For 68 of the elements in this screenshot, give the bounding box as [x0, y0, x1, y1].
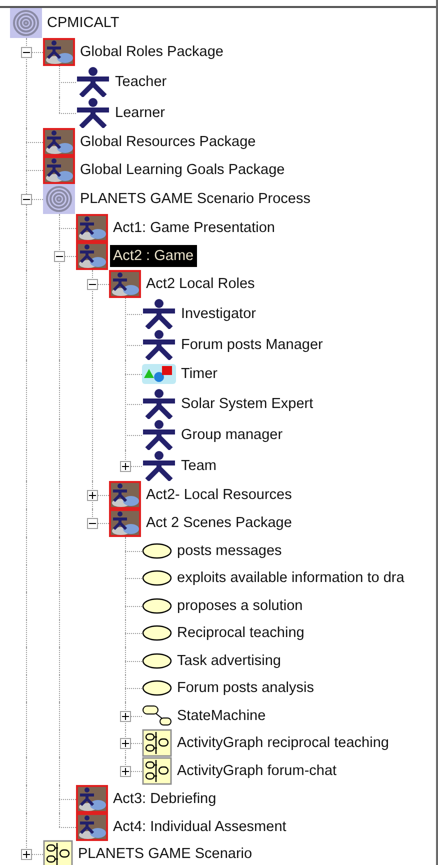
- tree-item[interactable]: Timer: [178, 363, 221, 385]
- tree-item[interactable]: Global Roles Package: [77, 41, 226, 63]
- tree-item[interactable]: ActivityGraph forum-chat: [174, 760, 340, 782]
- tree-item[interactable]: Global Learning Goals Package: [77, 159, 288, 181]
- tree-item[interactable]: Act 2 Scenes Package: [143, 512, 295, 534]
- tree-item[interactable]: posts messages: [174, 540, 285, 562]
- person-icon: [142, 450, 176, 480]
- package-icon: [76, 784, 108, 812]
- person-icon: [76, 66, 110, 96]
- tree-item[interactable]: PLANETS GAME Scenario Process: [77, 188, 314, 210]
- tree-item[interactable]: Act1: Game Presentation: [110, 217, 278, 239]
- ellipse-icon: [142, 625, 172, 642]
- collapse-button[interactable]: [87, 279, 98, 290]
- tree-item[interactable]: Investigator: [178, 302, 259, 324]
- person-icon: [142, 298, 176, 328]
- collapse-button[interactable]: [21, 47, 32, 58]
- person-icon: [142, 388, 176, 418]
- package-icon: [76, 214, 108, 242]
- tree-item[interactable]: proposes a solution: [174, 594, 306, 617]
- tree-item[interactable]: Group manager: [178, 424, 286, 446]
- tree-item[interactable]: Solar System Expert: [178, 392, 316, 414]
- expand-button[interactable]: [120, 460, 131, 472]
- tree-item[interactable]: ActivityGraph reciprocal teaching: [174, 732, 392, 754]
- collapse-button[interactable]: [87, 518, 98, 529]
- spiral-icon: [10, 8, 42, 38]
- package-icon: [43, 38, 75, 66]
- expand-button[interactable]: [120, 738, 131, 750]
- package-icon: [109, 509, 141, 537]
- package-icon: [109, 481, 141, 509]
- expand-button[interactable]: [120, 766, 131, 777]
- expand-button[interactable]: [21, 849, 32, 860]
- tree-item[interactable]: Task advertising: [174, 650, 284, 672]
- collapse-button[interactable]: [21, 194, 32, 205]
- ellipse-icon: [142, 680, 172, 696]
- package-icon: [43, 128, 75, 156]
- ellipse-icon: [142, 542, 172, 559]
- tree-item[interactable]: exploits available information to dra: [174, 567, 408, 590]
- package-icon: [76, 812, 108, 840]
- spiral-icon: [43, 184, 75, 214]
- package-icon: [76, 242, 108, 270]
- ellipse-icon: [142, 570, 172, 586]
- tree-item[interactable]: Reciprocal teaching: [174, 622, 308, 644]
- collapse-button[interactable]: [54, 251, 65, 262]
- tree-item[interactable]: Global Resources Package: [77, 131, 259, 153]
- ellipse-icon: [142, 652, 172, 669]
- tree-item[interactable]: StateMachine: [174, 704, 269, 727]
- expand-button[interactable]: [87, 490, 98, 501]
- tree-item[interactable]: PLANETS GAME Scenario: [75, 843, 256, 865]
- tree-item[interactable]: Act2 Local Roles: [143, 273, 258, 295]
- person-icon: [142, 330, 176, 360]
- tree-item[interactable]: Teacher: [112, 70, 170, 92]
- state-diagram-icon: [142, 704, 172, 727]
- ellipse-icon: [142, 598, 172, 614]
- tree-item[interactable]: Forum posts analysis: [174, 677, 317, 700]
- tree-item[interactable]: Learner: [112, 102, 168, 124]
- tree-item[interactable]: Act2 : Game: [110, 245, 197, 267]
- tree-item[interactable]: Act2- Local Resources: [143, 484, 295, 506]
- expand-button[interactable]: [120, 710, 131, 722]
- tree-item[interactable]: Forum posts Manager: [178, 334, 326, 356]
- tree-item[interactable]: Act4: Individual Assesment: [110, 816, 290, 838]
- package-icon: [43, 156, 75, 184]
- tree-item[interactable]: CPMICALT: [44, 12, 122, 34]
- person-icon: [76, 98, 110, 128]
- tree-item[interactable]: Team: [178, 454, 220, 476]
- package-icon: [109, 270, 141, 298]
- person-icon: [142, 420, 176, 450]
- shapes-icon: [142, 364, 176, 384]
- tree-item[interactable]: Act3: Debriefing: [110, 788, 220, 810]
